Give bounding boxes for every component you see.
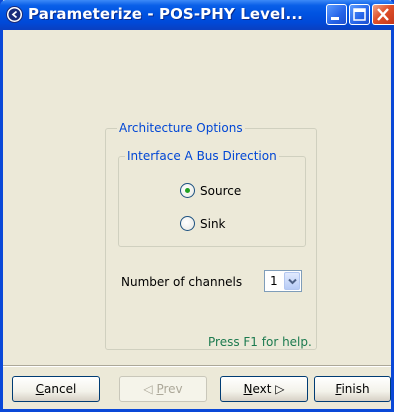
- radio-source-label[interactable]: Source: [200, 184, 241, 198]
- maximize-button[interactable]: [349, 4, 370, 25]
- minimize-button[interactable]: [326, 4, 347, 25]
- cancel-button[interactable]: Cancel: [12, 376, 100, 402]
- finish-label-rest: inish: [341, 382, 370, 396]
- finish-button[interactable]: Finish: [314, 376, 391, 402]
- cancel-label-rest: ancel: [44, 382, 77, 396]
- button-bar-separator: [3, 365, 391, 367]
- radio-sink[interactable]: [180, 216, 195, 231]
- chevron-down-icon: [288, 278, 297, 285]
- radio-sink-label[interactable]: Sink: [200, 217, 226, 231]
- app-icon[interactable]: [6, 6, 23, 23]
- close-button[interactable]: [372, 4, 394, 25]
- minimize-icon: [331, 17, 339, 20]
- radio-source-selected-dot: [185, 188, 190, 193]
- next-label-rest: ext: [252, 382, 272, 396]
- cancel-mnemonic: C: [35, 382, 45, 396]
- channels-select-value: 1: [270, 274, 278, 288]
- prev-arrow-icon: ◁: [143, 382, 153, 396]
- interface-bus-direction-label: Interface A Bus Direction: [125, 149, 279, 163]
- channels-select-arrow-button[interactable]: [284, 272, 300, 290]
- prev-label-rest: rev: [163, 382, 183, 396]
- radio-source[interactable]: [180, 183, 195, 198]
- number-of-channels-label: Number of channels: [121, 275, 243, 289]
- app-icon-glyph: [8, 8, 21, 21]
- architecture-options-label: Architecture Options: [117, 121, 245, 135]
- wizard-window: Parameterize - POS-PHY Level... Architec…: [0, 0, 394, 412]
- title-bar[interactable]: Parameterize - POS-PHY Level...: [0, 0, 394, 30]
- close-icon: [377, 8, 389, 21]
- help-hint: Press F1 for help.: [208, 335, 312, 349]
- interface-bus-direction-group: [118, 156, 306, 247]
- next-arrow-icon: ▷: [275, 382, 285, 396]
- maximize-icon: [353, 8, 366, 21]
- wizard-content: Architecture Options Interface A Bus Dir…: [3, 30, 391, 365]
- prev-button[interactable]: ◁ Prev: [119, 376, 207, 402]
- next-button[interactable]: Next ▷: [220, 376, 308, 402]
- window-title: Parameterize - POS-PHY Level...: [28, 5, 303, 23]
- channels-select[interactable]: 1: [264, 270, 302, 292]
